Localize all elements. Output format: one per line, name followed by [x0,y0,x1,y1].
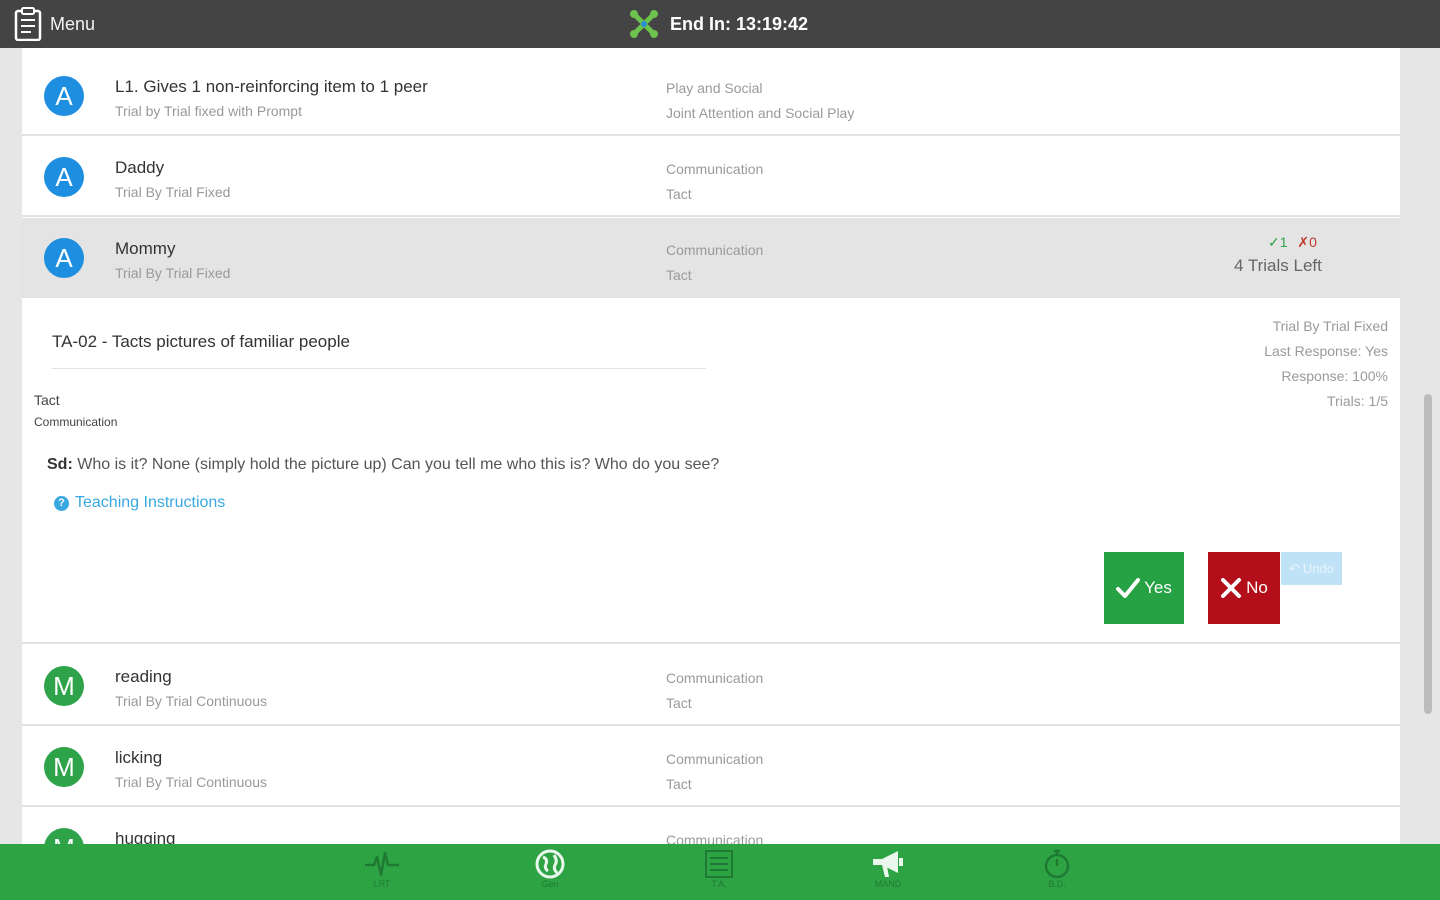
nav-lrt-label: LRT [373,879,391,889]
program-method: Trial By Trial Fixed [115,184,231,200]
program-row[interactable]: A L1. Gives 1 non-reinforcing item to 1 … [22,56,1400,136]
meta-trials: Trials: 1/5 [1327,393,1388,409]
program-type-badge: A [44,238,84,278]
program-type-badge: M [44,747,84,787]
trials-left: 4 Trials Left [1234,256,1322,275]
globe-icon [535,849,565,879]
cross-icon: ✗ [1297,234,1310,250]
menu-button[interactable]: Menu [14,7,95,41]
program-row[interactable]: M hugging Communication [22,808,1400,844]
nav-lrt[interactable]: LRT [352,846,412,898]
program-method: Trial By Trial Continuous [115,693,267,709]
nav-gen-label: Gen [541,879,559,889]
program-detail-panel: TA-02 - Tacts pictures of familiar peopl… [22,300,1400,644]
no-label: No [1246,578,1268,597]
undo-label: Undo [1302,561,1334,576]
program-row-selected[interactable]: A Mommy Trial By Trial Fixed Communicati… [22,218,1400,298]
program-row[interactable]: A Daddy Trial By Trial Fixed Communicati… [22,137,1400,217]
teaching-instructions-label: Teaching Instructions [75,494,226,511]
program-method: Trial By Trial Continuous [115,774,267,790]
program-title: Daddy [115,158,165,177]
nav-mand[interactable]: MAND [858,846,918,898]
program-type-badge: A [44,76,84,116]
sd-instruction: Sd: Who is it? None (simply hold the pic… [47,456,719,474]
program-method: Trial by Trial fixed with Prompt [115,103,302,119]
nav-ta[interactable]: T.A. [689,846,749,898]
scrollbar[interactable] [1424,394,1432,714]
nav-bd[interactable]: B.D. [1027,846,1087,898]
list-icon [705,850,733,878]
undo-button[interactable]: ↶ Undo [1281,552,1342,585]
app-logo-icon [630,10,658,38]
no-button[interactable]: No [1208,552,1280,624]
program-category: Communication [666,242,764,258]
program-row[interactable]: M reading Trial By Trial Continuous Comm… [22,646,1400,726]
yes-button[interactable]: Yes [1104,552,1184,624]
program-subcategory: Tact [666,267,692,283]
meta-last-response: Last Response: Yes [1264,343,1388,359]
trial-meta: Trial By Trial Fixed Last Response: Yes … [1264,314,1388,414]
program-type-badge: M [44,828,84,844]
program-row[interactable]: M licking Trial By Trial Continuous Comm… [22,727,1400,807]
yes-label: Yes [1144,578,1172,597]
program-category: Communication [666,832,764,844]
top-bar: Menu End In: 13:19:42 [0,0,1440,48]
skill-label: Tact [34,392,60,408]
undo-icon: ↶ [1289,560,1300,576]
target-title: TA-02 - Tacts pictures of familiar peopl… [52,332,350,351]
program-category: Communication [666,161,764,177]
program-title: Mommy [115,239,176,258]
domain-label: Communication [34,415,118,429]
bottom-nav: LRT Gen T.A. MAND B.D. [0,844,1440,900]
sd-text: Who is it? None (simply hold the picture… [77,456,720,473]
check-icon [1116,578,1141,598]
program-list: A L1. Gives 1 non-reinforcing item to 1 … [22,48,1400,844]
close-icon [1221,578,1242,598]
program-subcategory: Tact [666,776,692,792]
teaching-instructions-link[interactable]: ? Teaching Instructions [54,494,225,512]
clipboard-icon [14,7,42,41]
program-title: reading [115,667,172,686]
program-type-badge: M [44,666,84,706]
program-category: Play and Social [666,80,763,96]
program-subcategory: Joint Attention and Social Play [666,105,855,121]
program-subcategory: Tact [666,186,692,202]
nav-ta-label: T.A. [711,879,727,889]
meta-response-rate: Response: 100% [1281,368,1388,384]
program-title: L1. Gives 1 non-reinforcing item to 1 pe… [115,77,428,96]
program-category: Communication [666,751,764,767]
incorrect-count: 0 [1309,234,1317,250]
program-title: hugging [115,829,176,844]
trial-score: ✓1 ✗0 [1268,234,1317,251]
program-title: licking [115,748,163,767]
nav-bd-label: B.D. [1048,879,1066,889]
info-icon: ? [54,495,69,511]
menu-label: Menu [50,13,96,34]
divider [52,368,706,369]
program-category: Communication [666,670,764,686]
program-subcategory: Tact [666,695,692,711]
session-timer: End In: 13:19:42 [628,8,808,40]
stopwatch-icon [1044,849,1070,879]
check-icon: ✓ [1268,234,1280,250]
sd-label: Sd: [47,456,73,473]
nav-gen[interactable]: Gen [520,846,580,898]
timer-text: End In: 13:19:42 [670,13,809,34]
program-method: Trial By Trial Fixed [115,265,231,281]
meta-method: Trial By Trial Fixed [1272,318,1388,334]
megaphone-icon [873,851,903,877]
pulse-icon [365,851,399,877]
correct-count: 1 [1279,234,1288,250]
program-type-badge: A [44,157,84,197]
nav-mand-label: MAND [874,879,902,889]
